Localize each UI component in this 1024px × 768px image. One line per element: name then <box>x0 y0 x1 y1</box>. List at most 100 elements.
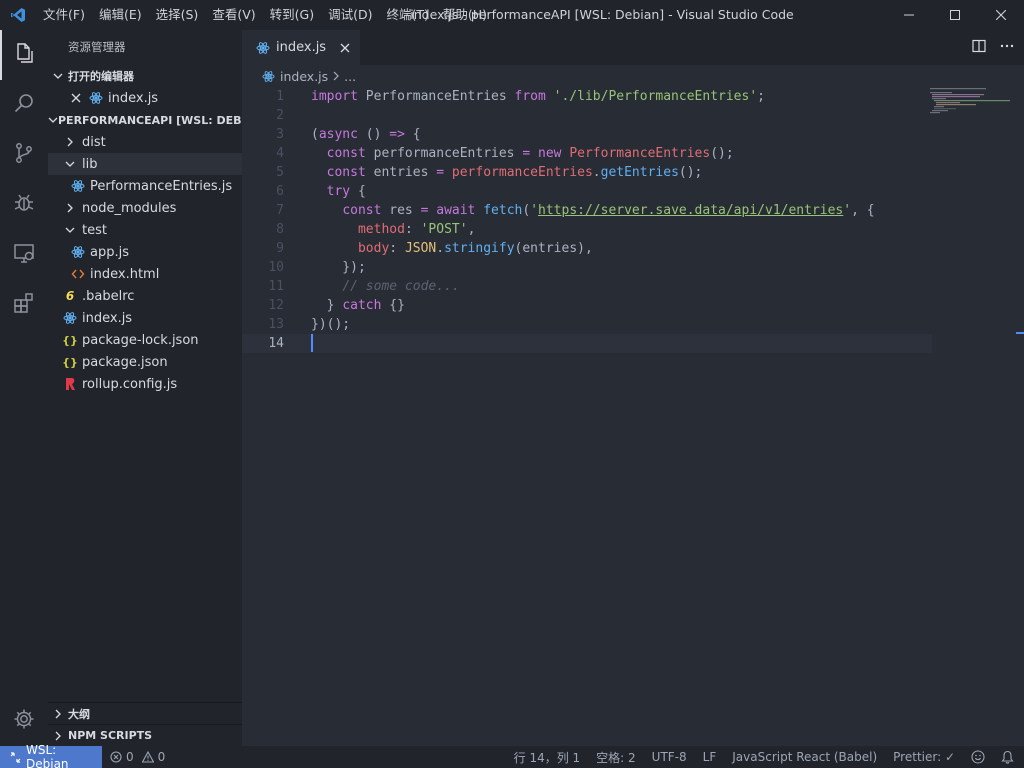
code-line[interactable]: 6 try { <box>242 182 932 201</box>
code-line[interactable]: 1 import PerformanceEntries from './lib/P… <box>242 87 932 106</box>
menu-item[interactable]: 文件(F) <box>36 0 92 30</box>
minimap[interactable] <box>928 87 1012 147</box>
close-icon[interactable] <box>68 90 84 106</box>
menu-item[interactable]: 转到(G) <box>263 0 321 30</box>
tree-item-label: index.html <box>90 266 160 282</box>
tree-item-label: package.json <box>82 354 168 370</box>
tree-file[interactable]: index.js <box>48 307 242 329</box>
npm-scripts-label: NPM SCRIPTS <box>68 729 153 742</box>
code-line[interactable]: 3 (async () => { <box>242 125 932 144</box>
code-line[interactable]: 8 method: 'POST', <box>242 220 932 239</box>
prettier-status[interactable]: Prettier: ✓ <box>885 746 963 768</box>
code-line[interactable]: 10 }); <box>242 258 932 277</box>
tree-file[interactable]: {} package.json <box>48 351 242 373</box>
tree-folder[interactable]: node_modules <box>48 197 242 219</box>
outline-header[interactable]: 大纲 <box>48 702 242 724</box>
remote-explorer-activity-button[interactable] <box>0 230 48 280</box>
debug-icon <box>12 191 36 219</box>
menu-item[interactable]: 编辑(E) <box>92 0 149 30</box>
breadcrumb: index.js ... <box>242 65 1024 87</box>
source-control-activity-button[interactable] <box>0 130 48 180</box>
code-line[interactable]: 9 body: JSON.stringify(entries), <box>242 239 932 258</box>
menu-item[interactable]: 选择(S) <box>149 0 206 30</box>
line-text: } catch {} <box>286 296 405 315</box>
cursor-position[interactable]: 行 14，列 1 <box>506 746 589 768</box>
remote-explorer-icon <box>12 241 36 269</box>
code-token: { <box>350 184 366 199</box>
tree-folder[interactable]: dist <box>48 131 242 153</box>
tree-file[interactable]: {} package-lock.json <box>48 329 242 351</box>
tree-item-label: app.js <box>90 244 129 260</box>
source-control-icon <box>12 141 36 169</box>
chevron-right-icon <box>62 200 78 216</box>
menu-item[interactable]: 查看(V) <box>205 0 262 30</box>
status-right: 行 14，列 1 空格: 2 UTF-8 LF JavaScript React… <box>506 746 1024 768</box>
menu-item[interactable]: 终端(T) <box>379 0 435 30</box>
explorer-activity-button[interactable] <box>0 30 48 80</box>
close-window-button[interactable] <box>978 0 1024 30</box>
code-line[interactable]: 5 const entries = performanceEntries.get… <box>242 163 932 182</box>
end-of-line[interactable]: LF <box>695 746 725 768</box>
close-tab-icon[interactable] <box>340 43 350 53</box>
code-token: './lib/PerformanceEntries' <box>553 89 758 104</box>
tree-file[interactable]: 6 .babelrc <box>48 285 242 307</box>
minimize-button[interactable] <box>886 0 932 30</box>
line-text: const performanceEntries = new Performan… <box>286 144 734 163</box>
notifications-bell-icon[interactable] <box>993 746 1024 768</box>
code-token: catch <box>342 298 382 313</box>
breadcrumb-file[interactable]: index.js <box>280 69 328 84</box>
code-token: const <box>326 165 366 180</box>
code-token: res <box>381 203 421 218</box>
code-line[interactable]: 14 <box>242 334 932 353</box>
tree-folder[interactable]: lib <box>48 153 242 175</box>
manage-activity-button[interactable] <box>0 696 48 746</box>
breadcrumb-more[interactable]: ... <box>344 69 356 84</box>
workspace-header[interactable]: PERFORMANCEAPI [WSL: DEBI... <box>48 109 242 131</box>
status-bar: WSL: Debian 0 0 行 14，列 1 空格: 2 UTF-8 LF … <box>0 743 1024 768</box>
search-activity-button[interactable] <box>0 80 48 130</box>
code-line[interactable]: 13})(); <box>242 315 932 334</box>
tree-item-label: package-lock.json <box>82 332 199 348</box>
open-editors-header[interactable]: 打开的编辑器 <box>48 65 242 87</box>
encoding[interactable]: UTF-8 <box>644 746 695 768</box>
tree-file[interactable]: rollup.config.js <box>48 373 242 395</box>
tree-folder[interactable]: test <box>48 219 242 241</box>
code-line[interactable]: 2 <box>242 106 932 125</box>
extensions-activity-button[interactable] <box>0 280 48 330</box>
remote-indicator[interactable]: WSL: Debian <box>0 743 102 768</box>
feedback-smiley-icon[interactable] <box>963 746 993 768</box>
menu-item[interactable]: 调试(D) <box>321 0 379 30</box>
code-line[interactable]: 11 // some code... <box>242 277 932 296</box>
tree-file[interactable]: app.js <box>48 241 242 263</box>
line-text <box>286 334 313 353</box>
debug-activity-button[interactable] <box>0 180 48 230</box>
code-token: {} <box>381 298 405 313</box>
search-icon <box>12 91 36 119</box>
indentation[interactable]: 空格: 2 <box>588 746 644 768</box>
tree-file[interactable]: PerformanceEntries.js <box>48 175 242 197</box>
code-line[interactable]: 12 } catch {} <box>242 296 932 315</box>
menu-item[interactable]: 帮助(H) <box>436 0 494 30</box>
tree-file[interactable]: index.html <box>48 263 242 285</box>
line-text <box>286 106 311 125</box>
language-mode[interactable]: JavaScript React (Babel) <box>724 746 885 768</box>
maximize-button[interactable] <box>932 0 978 30</box>
code-line[interactable]: 4 const performanceEntries = new Perform… <box>242 144 932 163</box>
activity-bar <box>0 30 48 746</box>
code-editor[interactable]: 1 import PerformanceEntries from './lib/P… <box>242 87 932 353</box>
split-editor-icon[interactable] <box>972 39 986 57</box>
tab-index-js[interactable]: index.js <box>242 30 360 65</box>
line-number: 13 <box>268 317 284 332</box>
problems-indicator[interactable]: 0 0 <box>102 746 173 768</box>
warning-count: 0 <box>157 750 166 764</box>
more-actions-icon[interactable] <box>1000 39 1014 57</box>
code-token: performanceEntries <box>451 165 593 180</box>
line-number: 10 <box>268 260 284 275</box>
line-text: import PerformanceEntries from './lib/Pe… <box>286 87 765 106</box>
line-number: 12 <box>268 298 284 313</box>
code-line[interactable]: 7 const res = await fetch('https://serve… <box>242 201 932 220</box>
open-editor-item[interactable]: index.js <box>48 87 242 109</box>
